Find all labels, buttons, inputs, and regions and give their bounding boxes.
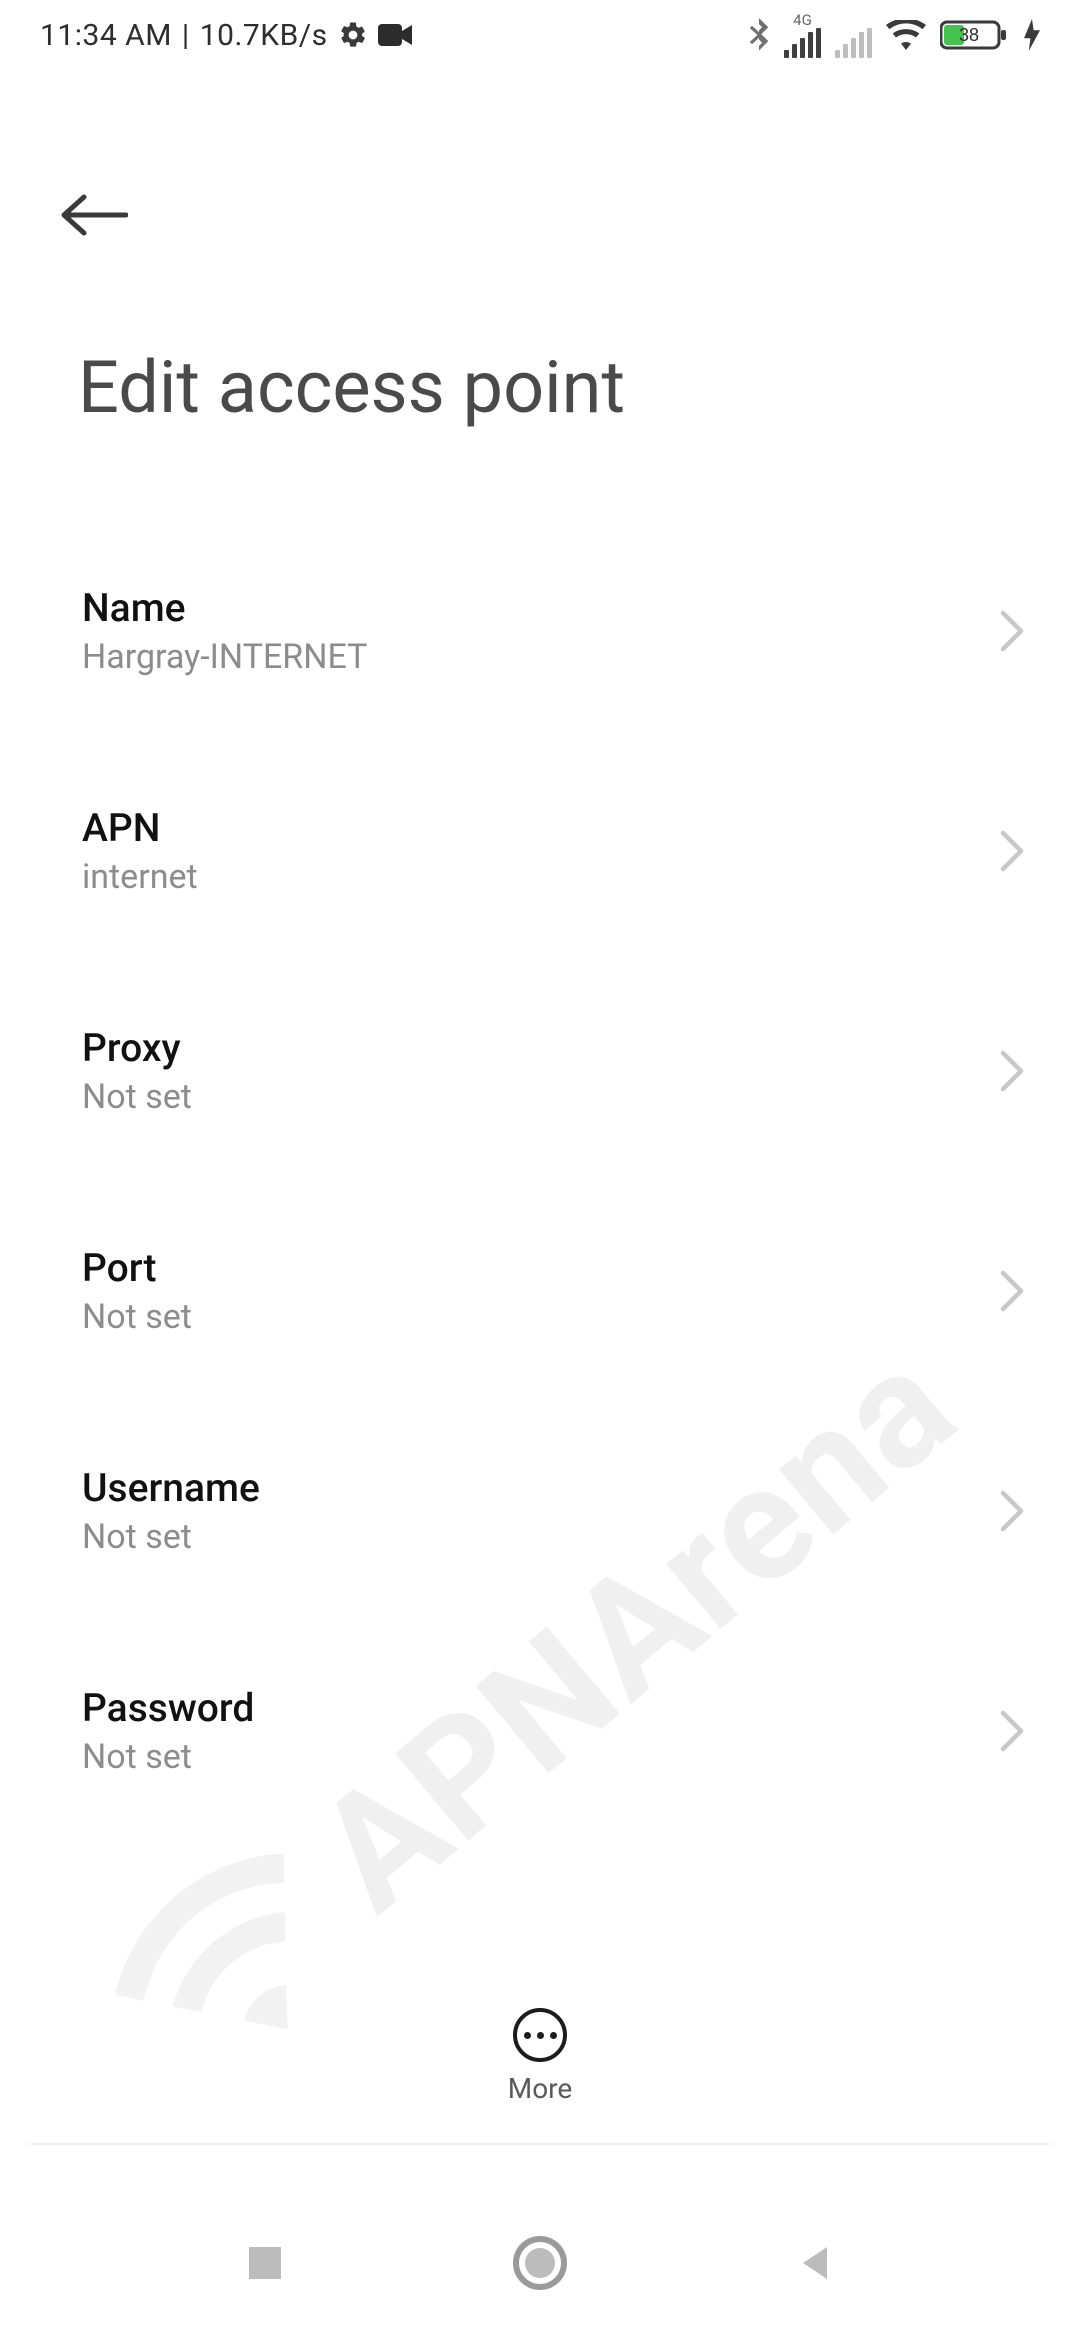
svg-text:38: 38 <box>959 25 979 45</box>
status-right: 4G . 38 <box>748 13 1040 58</box>
page-title: Edit access point <box>78 345 625 430</box>
setting-item-password[interactable]: Password Not set <box>0 1645 1080 1817</box>
setting-label: Proxy <box>82 1025 980 1071</box>
setting-value: Not set <box>82 1297 980 1337</box>
more-icon <box>513 2008 567 2062</box>
setting-label: Port <box>82 1245 980 1291</box>
chevron-right-icon <box>999 1050 1025 1092</box>
setting-item-apn[interactable]: APN internet <box>0 765 1080 937</box>
status-bar: 11:34 AM | 10.7KB/s 4G . <box>0 0 1080 70</box>
status-separator: | <box>182 18 190 53</box>
arrow-left-icon <box>58 192 128 238</box>
setting-value: internet <box>82 857 980 897</box>
setting-item-port[interactable]: Port Not set <box>0 1205 1080 1377</box>
chevron-right-icon <box>999 1710 1025 1752</box>
settings-list: Name Hargray-INTERNET APN internet Proxy… <box>0 545 1080 1905</box>
status-left: 11:34 AM | 10.7KB/s <box>40 18 414 53</box>
back-button[interactable] <box>58 185 148 245</box>
charging-icon <box>1024 19 1040 51</box>
chevron-right-icon <box>999 830 1025 872</box>
signal-1-label: 4G <box>793 13 812 28</box>
setting-value: Not set <box>82 1737 980 1777</box>
wifi-icon <box>886 20 926 50</box>
setting-item-proxy[interactable]: Proxy Not set <box>0 985 1080 1157</box>
setting-value: Hargray-INTERNET <box>82 637 980 677</box>
signal-bars-1-icon <box>784 30 821 58</box>
setting-label: APN <box>82 805 980 851</box>
setting-item-username[interactable]: Username Not set <box>0 1425 1080 1597</box>
chevron-right-icon <box>999 610 1025 652</box>
battery-icon: 38 <box>940 19 1010 51</box>
camera-icon <box>378 22 414 48</box>
more-label: More <box>508 2072 573 2105</box>
signal-2-block: . <box>835 13 872 58</box>
setting-item-name[interactable]: Name Hargray-INTERNET <box>0 545 1080 717</box>
gear-icon <box>338 20 368 50</box>
setting-item-server[interactable]: Server Not set <box>0 1865 1080 1905</box>
signal-1-block: 4G <box>784 13 821 58</box>
setting-value: Not set <box>82 1517 980 1557</box>
setting-label: Name <box>82 585 980 631</box>
nav-recent-button[interactable] <box>243 2241 287 2289</box>
status-time: 11:34 AM <box>40 18 172 53</box>
chevron-right-icon <box>999 1270 1025 1312</box>
separator <box>30 2143 1050 2145</box>
nav-back-button[interactable] <box>793 2241 837 2289</box>
status-speed: 10.7KB/s <box>200 18 328 53</box>
setting-value: Not set <box>82 1077 980 1117</box>
setting-label: Username <box>82 1465 980 1511</box>
nav-home-button[interactable] <box>512 2235 568 2295</box>
chevron-right-icon <box>999 1490 1025 1532</box>
more-button[interactable]: More <box>0 2008 1080 2105</box>
setting-label: Password <box>82 1685 980 1731</box>
nav-bar <box>0 2190 1080 2340</box>
bluetooth-icon <box>748 18 770 52</box>
signal-bars-2-icon <box>835 30 872 58</box>
